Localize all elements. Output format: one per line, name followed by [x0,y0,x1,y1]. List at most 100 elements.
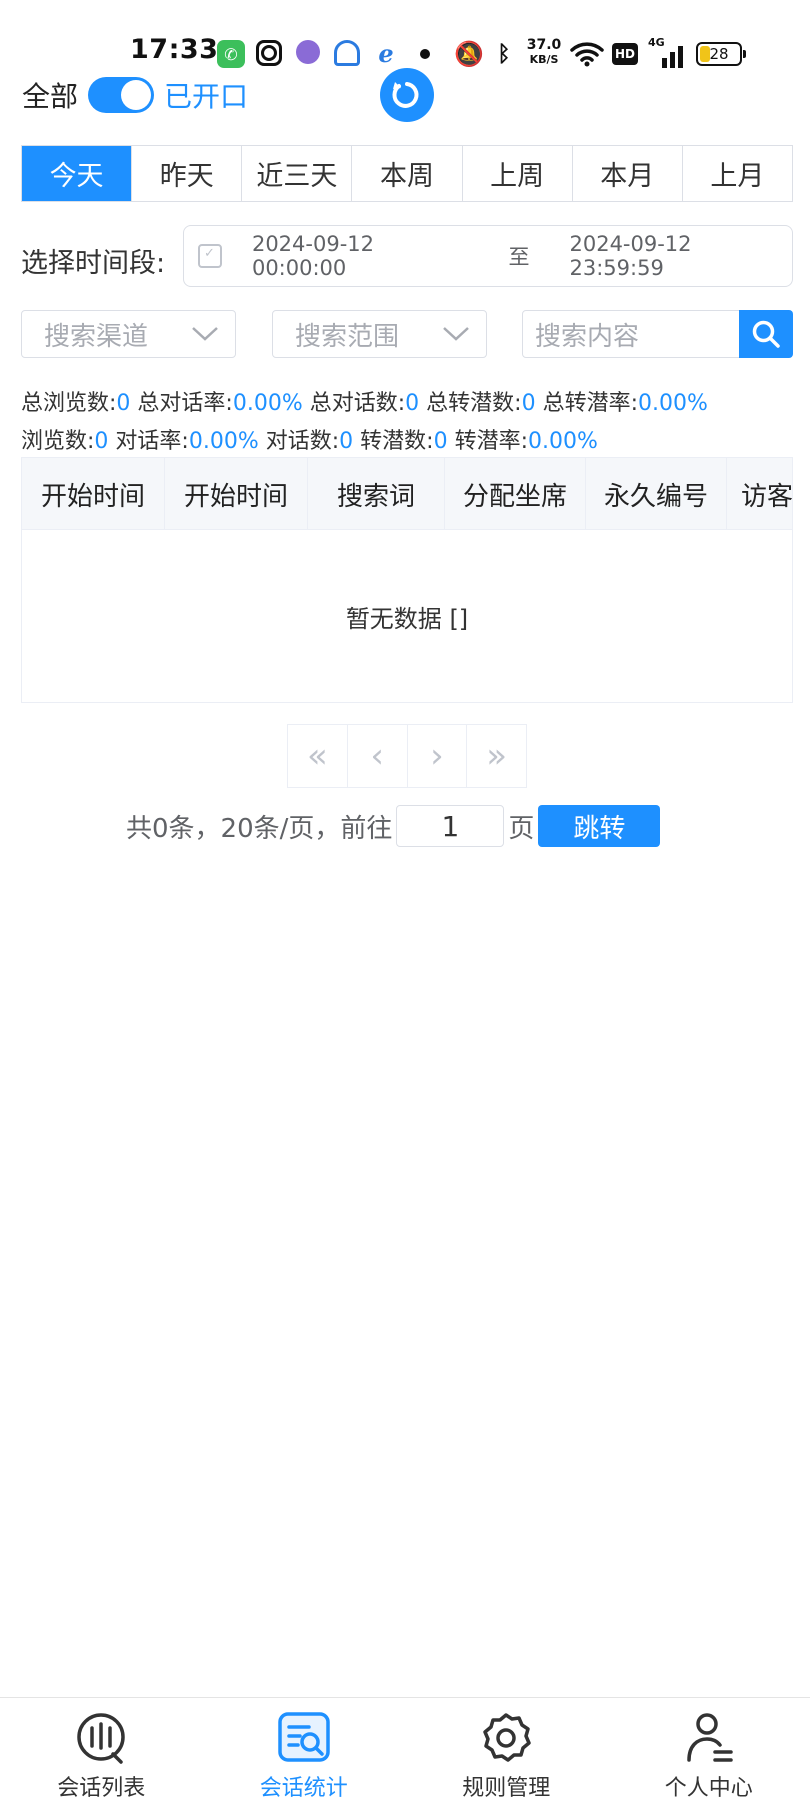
all-label: 全部 [22,80,79,113]
nav-item-rules[interactable]: 规则管理 [405,1698,608,1809]
double-chevron-left-icon: « [306,736,328,776]
nav-label-profile: 个人中心 [664,1776,753,1801]
search-button[interactable] [739,310,793,358]
chats-label: 对话数: [265,429,340,454]
hd-icon: HD [612,43,638,65]
tab-today[interactable]: 今天 [22,146,133,201]
tab-this-week[interactable]: 本周 [352,146,463,201]
total-conversions-label: 总转潜数: [426,391,522,416]
total-stats: 总浏览数:0 总对话率:0.00% 总对话数:0 总转潜数:0 总转潜率:0.0… [21,385,708,417]
filter-row: 全部 已开口 [22,72,248,118]
page-suffix: 页 [508,813,535,844]
net-speed-unit: KB/S [529,53,559,66]
conversions-value: 0 [433,429,448,454]
column-header-search-term[interactable]: 搜索词 [308,458,445,530]
signal-icon: 4G [648,36,684,68]
tab-last-three-days[interactable]: 近三天 [242,146,353,201]
search-icon [752,320,780,348]
total-chat-rate-label: 总对话率: [137,391,233,416]
filtered-stats: 浏览数:0 对话率:0.00% 对话数:0 转潜数:0 转潜率:0.00% [21,423,598,455]
bluetooth-icon: ᛒ [497,41,511,67]
chevron-left-icon: ‹ [370,736,384,776]
table-empty-text: 暂无数据 [] [345,604,469,633]
last-page-button[interactable]: » [467,725,526,787]
toggle-knob [121,80,152,110]
chat-rate-label: 对话率: [115,429,189,454]
message-app-icon [296,40,320,64]
status-bar: 17:33 ✆ ℯ 🔕 ᛒ 37.0 KB/S HD 4G 28 [0,0,810,70]
range-end[interactable]: 2024-09-12 23:59:59 [569,232,792,280]
first-page-button[interactable]: « [288,725,348,787]
column-header-permanent-id[interactable]: 永久编号 [586,458,727,530]
data-table: 开始时间 开始时间 搜索词 分配坐席 永久编号 访客 暂无数据 [] [21,457,793,703]
chevron-down-icon [192,327,218,341]
date-tabs: 今天 昨天 近三天 本周 上周 本月 上月 [21,145,793,202]
channel-select[interactable]: 搜索渠道 [21,310,236,358]
nav-label-chat-stats: 会话统计 [259,1776,348,1801]
conversion-rate-label: 转潜率: [454,429,528,454]
search-input[interactable]: 搜索内容 [522,310,740,358]
nav-item-profile[interactable]: 个人中心 [608,1698,810,1809]
net-speed-value: 37.0 [526,37,562,53]
chat-list-icon [77,1713,125,1764]
next-page-button[interactable]: › [408,725,468,787]
nav-label-chat-list: 会话列表 [57,1776,146,1801]
chat-stats-icon [278,1712,330,1762]
column-header-visitor[interactable]: 访客 [727,458,792,530]
bottom-nav: 会话列表 会话统计 规则管理 个人中心 [0,1697,810,1809]
range-separator: 至 [508,245,530,269]
table-header: 开始时间 开始时间 搜索词 分配坐席 永久编号 访客 [22,458,792,530]
refresh-icon [392,82,419,108]
tab-last-week[interactable]: 上周 [462,146,573,201]
telecom-icon: ℯ [378,40,394,68]
toggle-state-label: 已开口 [164,80,249,113]
total-views-value: 0 [116,391,131,416]
jump-button[interactable]: 跳转 [538,805,661,847]
pager-total-text: 共0条，20条/页，前往 [126,813,393,844]
search-input-placeholder: 搜索内容 [535,321,640,352]
network-type: 4G [648,36,665,49]
scope-select-placeholder: 搜索范围 [295,321,400,352]
total-chat-rate-value: 0.00% [232,391,303,416]
wifi-icon [570,40,604,68]
tab-last-month[interactable]: 上月 [682,146,792,201]
nav-label-rules: 规则管理 [462,1776,551,1801]
total-chats-value: 0 [405,391,420,416]
tab-yesterday[interactable]: 昨天 [132,146,243,201]
column-header-start-time[interactable]: 开始时间 [22,458,165,530]
gear-icon [483,1713,531,1762]
total-chats-label: 总对话数: [309,391,406,416]
page-jump-row: 共0条，20条/页，前往 1 页 跳转 [126,804,661,848]
chat-rate-value: 0.00% [188,429,259,454]
conversions-label: 转潜数: [360,429,434,454]
scope-select[interactable]: 搜索范围 [272,310,487,358]
page-number-input[interactable]: 1 [396,805,505,847]
phone-app-icon: ✆ [217,40,245,68]
date-range-picker[interactable]: 2024-09-12 00:00:00 至 2024-09-12 23:59:5… [183,225,793,287]
instagram-icon [256,40,282,66]
prev-page-button[interactable]: ‹ [348,725,408,787]
notification-dot-icon [420,49,430,59]
range-start[interactable]: 2024-09-12 00:00:00 [252,232,475,280]
nav-item-chat-stats[interactable]: 会话统计 [203,1698,406,1809]
refresh-button[interactable] [380,68,434,122]
open-toggle[interactable] [88,77,155,113]
total-conversion-rate-value: 0.00% [638,391,708,416]
conversion-rate-value: 0.00% [528,429,598,454]
views-label: 浏览数: [21,429,95,454]
mute-icon: 🔕 [454,40,484,68]
double-chevron-right-icon: » [486,736,508,776]
battery-level: 28 [709,45,729,63]
net-speed: 37.0 KB/S [524,38,564,68]
chats-value: 0 [339,429,354,454]
status-time: 17:33 [130,34,219,65]
total-conversions-value: 0 [521,391,536,416]
calendar-icon [198,244,222,268]
nav-item-chat-list[interactable]: 会话列表 [0,1698,203,1809]
column-header-assigned-agent[interactable]: 分配坐席 [445,458,586,530]
date-range-label: 选择时间段: [21,248,166,279]
column-header-start-time-2[interactable]: 开始时间 [165,458,308,530]
total-views-label: 总浏览数: [21,391,117,416]
channel-select-placeholder: 搜索渠道 [44,321,149,352]
tab-this-month[interactable]: 本月 [572,146,683,201]
